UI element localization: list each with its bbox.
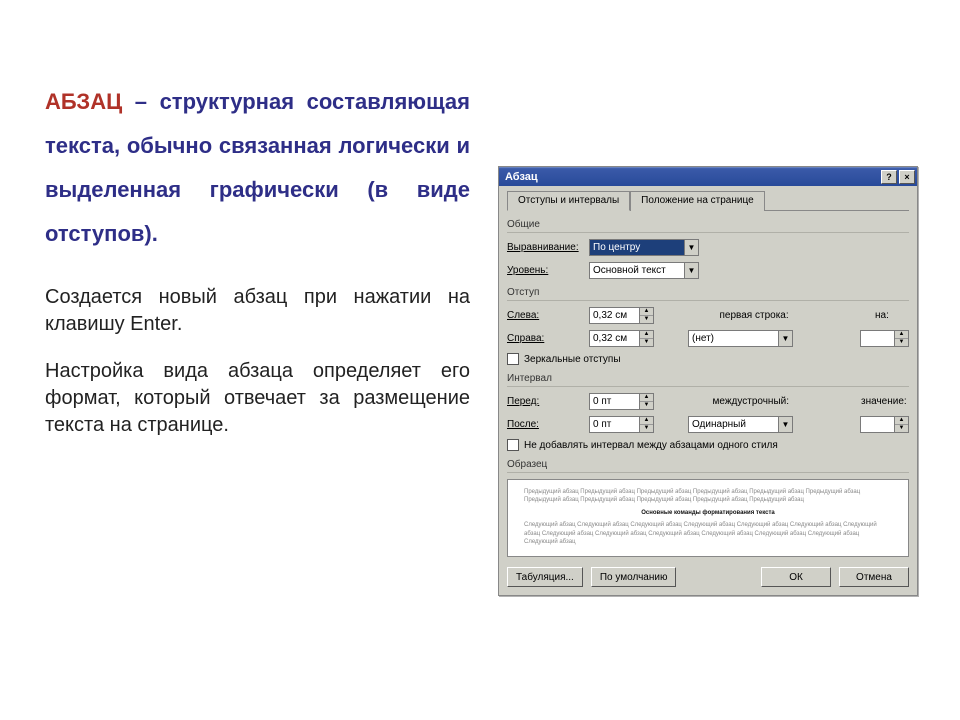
no-space-same-style-checkbox[interactable]: Не добавлять интервал между абзацами одн… — [507, 439, 909, 451]
no-space-same-style-label: Не добавлять интервал между абзацами одн… — [524, 440, 778, 451]
checkbox-icon — [507, 439, 519, 451]
spin-up-icon[interactable]: ▲ — [640, 331, 653, 339]
level-label: Уровень: — [507, 265, 583, 276]
dialog-title: Абзац — [505, 171, 538, 183]
tabs-button[interactable]: Табуляция... — [507, 567, 583, 587]
spacing-at-label: значение: — [861, 396, 909, 407]
titlebar[interactable]: Абзац ? × — [499, 167, 917, 186]
space-before-label: Перед: — [507, 396, 583, 407]
linespacing-combo[interactable]: ▼ — [688, 416, 793, 433]
indent-right-spinner[interactable]: ▲▼ — [589, 330, 654, 347]
group-general: Общие — [507, 219, 909, 233]
dialog-button-row: Табуляция... По умолчанию ОК Отмена — [507, 567, 909, 587]
space-after-spinner[interactable]: ▲▼ — [589, 416, 654, 433]
group-preview: Образец — [507, 459, 909, 473]
spin-up-icon[interactable]: ▲ — [895, 331, 908, 339]
tab-page-position[interactable]: Положение на странице — [630, 191, 764, 211]
space-before-spinner[interactable]: ▲▼ — [589, 393, 654, 410]
paragraph-2: Настройка вида абзаца определяет его фор… — [45, 358, 470, 439]
group-spacing: Интервал — [507, 373, 909, 387]
spin-down-icon[interactable]: ▼ — [640, 402, 653, 410]
indent-left-value[interactable] — [589, 307, 639, 324]
level-combo[interactable]: ▼ — [589, 262, 699, 279]
linespacing-drop-icon[interactable]: ▼ — [778, 416, 793, 433]
tab-indents-spacing[interactable]: Отступы и интервалы — [507, 191, 630, 211]
firstline-value[interactable] — [688, 330, 778, 347]
spin-up-icon[interactable]: ▲ — [640, 417, 653, 425]
indent-by-label: на: — [875, 310, 909, 321]
spin-up-icon[interactable]: ▲ — [895, 417, 908, 425]
alignment-combo[interactable]: ▼ — [589, 239, 699, 256]
indent-left-spinner[interactable]: ▲▼ — [589, 307, 654, 324]
linespacing-label: междустрочный: — [713, 396, 803, 407]
indent-left-label: Слева: — [507, 310, 583, 321]
space-after-label: После: — [507, 419, 583, 430]
alignment-label: Выравнивание: — [507, 242, 583, 253]
mirror-indents-checkbox[interactable]: Зеркальные отступы — [507, 353, 909, 365]
spin-down-icon[interactable]: ▼ — [895, 425, 908, 433]
spin-down-icon[interactable]: ▼ — [895, 339, 908, 347]
paragraph-dialog: Абзац ? × Отступы и интервалы Положение … — [498, 166, 918, 596]
spin-up-icon[interactable]: ▲ — [640, 308, 653, 316]
headline: АБЗАЦ – структурная составляющая текста,… — [45, 80, 470, 256]
preview-box: Предыдущий абзац Предыдущий абзац Предыд… — [507, 479, 909, 557]
headline-first-word: АБЗАЦ — [45, 89, 122, 114]
space-before-value[interactable] — [589, 393, 639, 410]
checkbox-icon — [507, 353, 519, 365]
spacing-at-value[interactable] — [860, 416, 894, 433]
firstline-combo[interactable]: ▼ — [688, 330, 793, 347]
indent-right-value[interactable] — [589, 330, 639, 347]
alignment-value[interactable] — [589, 239, 684, 256]
indent-by-value[interactable] — [860, 330, 894, 347]
help-button[interactable]: ? — [881, 170, 897, 184]
slide: АБЗАЦ – структурная составляющая текста,… — [0, 0, 960, 720]
group-indent: Отступ — [507, 287, 909, 301]
alignment-drop-icon[interactable]: ▼ — [684, 239, 699, 256]
close-button[interactable]: × — [899, 170, 915, 184]
default-button[interactable]: По умолчанию — [591, 567, 677, 587]
firstline-label: первая строка: — [720, 310, 810, 321]
spin-down-icon[interactable]: ▼ — [640, 339, 653, 347]
level-drop-icon[interactable]: ▼ — [684, 262, 699, 279]
mirror-indents-label: Зеркальные отступы — [524, 354, 621, 365]
linespacing-value[interactable] — [688, 416, 778, 433]
indent-right-label: Справа: — [507, 333, 583, 344]
ok-button[interactable]: ОК — [761, 567, 831, 587]
text-column: АБЗАЦ – структурная составляющая текста,… — [45, 80, 470, 439]
preview-after: Следующий абзац Следующий абзац Следующи… — [524, 521, 892, 546]
spacing-at-spinner[interactable]: ▲▼ — [860, 416, 909, 433]
cancel-button[interactable]: Отмена — [839, 567, 909, 587]
level-value[interactable] — [589, 262, 684, 279]
preview-before: Предыдущий абзац Предыдущий абзац Предыд… — [524, 488, 892, 505]
spin-down-icon[interactable]: ▼ — [640, 425, 653, 433]
spin-down-icon[interactable]: ▼ — [640, 316, 653, 324]
preview-sample: Основные команды форматирования текста — [524, 509, 892, 517]
indent-by-spinner[interactable]: ▲▼ — [860, 330, 909, 347]
space-after-value[interactable] — [589, 416, 639, 433]
paragraph-1: Создается новый абзац при нажатии на кла… — [45, 284, 470, 338]
dialog-body: Отступы и интервалы Положение на страниц… — [499, 186, 917, 595]
spin-up-icon[interactable]: ▲ — [640, 394, 653, 402]
tab-strip: Отступы и интервалы Положение на страниц… — [507, 190, 909, 211]
firstline-drop-icon[interactable]: ▼ — [778, 330, 793, 347]
